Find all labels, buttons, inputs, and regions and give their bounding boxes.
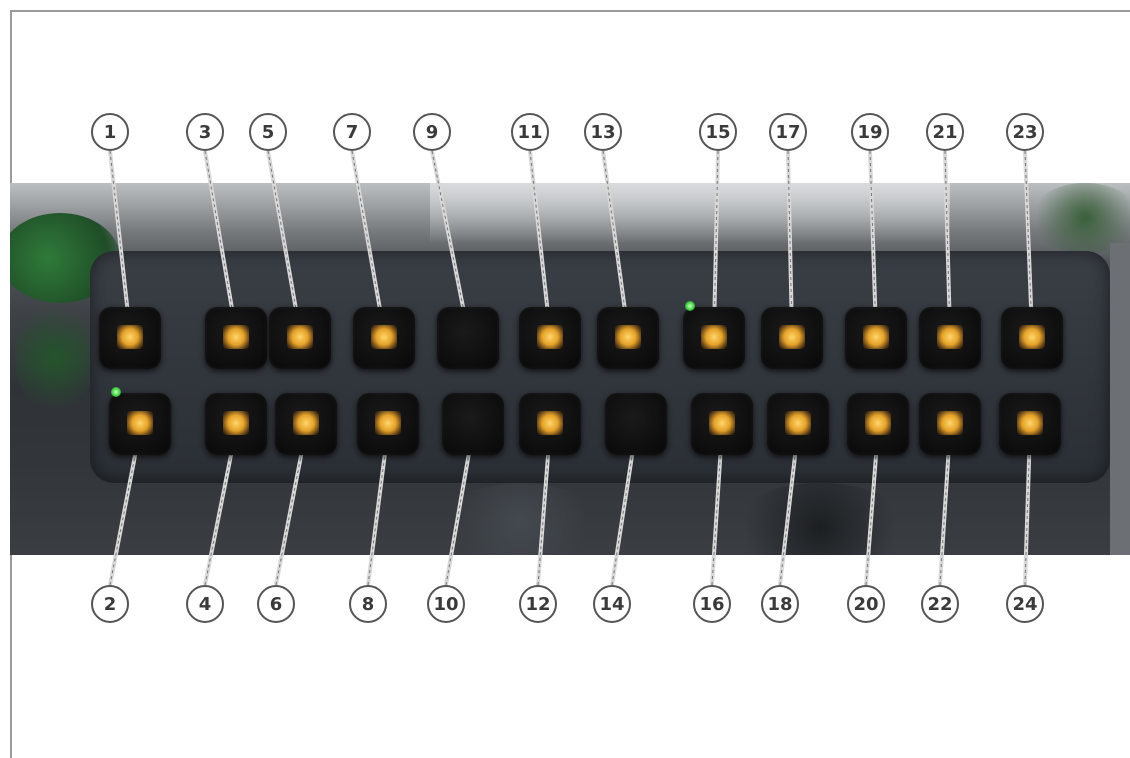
callout-number: 12	[519, 585, 557, 623]
blank-icon	[455, 325, 481, 349]
callout-number: 2	[91, 585, 129, 623]
attachment-icon	[785, 411, 811, 435]
blank-icon	[623, 411, 649, 435]
callout-number: 8	[349, 585, 387, 623]
callout-number: 18	[761, 585, 799, 623]
switch-button-bottom[interactable]	[919, 393, 981, 455]
switch-button-top[interactable]	[437, 307, 499, 369]
pump-icon	[709, 411, 735, 435]
callout-number: 14	[593, 585, 631, 623]
switch-button-bottom[interactable]	[767, 393, 829, 455]
switch-panel-photo	[10, 183, 1130, 555]
hazard-icon	[127, 411, 153, 435]
callout-number: 24	[1006, 585, 1044, 623]
switch-button-top[interactable]	[683, 301, 745, 369]
callout-number: 3	[186, 113, 224, 151]
switch-button-bottom[interactable]	[205, 393, 267, 455]
beacon-icon	[371, 325, 397, 349]
frame-border-top	[10, 10, 1130, 12]
switch-button-bottom[interactable]	[847, 393, 909, 455]
dump-icon	[1017, 411, 1043, 435]
switch-button-bottom[interactable]	[999, 393, 1061, 455]
side-light-icon	[293, 411, 319, 435]
boom-icon	[1019, 325, 1045, 349]
switch-button-bottom[interactable]	[691, 393, 753, 455]
fan-speed-icon	[117, 325, 143, 349]
switch-button-top[interactable]	[919, 307, 981, 369]
switch-button-bottom[interactable]	[605, 393, 667, 455]
callout-number: 1	[91, 113, 129, 151]
bucket-icon	[865, 411, 891, 435]
switch-button-top[interactable]	[597, 307, 659, 369]
wiper-icon	[701, 325, 727, 349]
switch-button-top[interactable]	[205, 307, 267, 369]
callout-number: 4	[186, 585, 224, 623]
status-led-icon	[111, 387, 121, 397]
switch-button-bottom[interactable]	[109, 387, 171, 455]
switch-button-top[interactable]	[269, 307, 331, 369]
callout-number: 19	[851, 113, 889, 151]
callout-number: 7	[333, 113, 371, 151]
loader-icon	[779, 325, 805, 349]
switch-button-top[interactable]	[519, 307, 581, 369]
switch-button-top[interactable]	[353, 307, 415, 369]
switch-button-bottom[interactable]	[442, 393, 504, 455]
callout-number: 22	[921, 585, 959, 623]
panel-edge	[1110, 243, 1130, 555]
callout-number: 23	[1006, 113, 1044, 151]
callout-number: 15	[699, 113, 737, 151]
callout-number: 11	[511, 113, 549, 151]
callout-number: 21	[926, 113, 964, 151]
switch-button-top[interactable]	[761, 307, 823, 369]
hitch-icon	[937, 411, 963, 435]
callout-number: 13	[584, 113, 622, 151]
switch-button-top[interactable]	[845, 307, 907, 369]
lock-icon	[615, 325, 641, 349]
implement-icon	[863, 325, 889, 349]
work-light-icon	[287, 325, 313, 349]
callout-number: 20	[847, 585, 885, 623]
callout-number: 6	[257, 585, 295, 623]
switch-button-top[interactable]	[99, 307, 161, 369]
background-shadow	[730, 483, 910, 555]
switch-button-bottom[interactable]	[357, 393, 419, 455]
tipper-icon	[937, 325, 963, 349]
callout-number: 10	[427, 585, 465, 623]
callout-number: 17	[769, 113, 807, 151]
blank-icon	[460, 411, 486, 435]
background-object	[440, 483, 600, 555]
switch-button-top[interactable]	[1001, 307, 1063, 369]
trailer-icon	[537, 325, 563, 349]
foliage-left-lower	[15, 303, 95, 413]
switch-button-bottom[interactable]	[275, 393, 337, 455]
photo-highlight	[430, 183, 950, 243]
horn-icon	[375, 411, 401, 435]
front-defrost-icon	[223, 411, 249, 435]
rear-defrost-icon	[223, 325, 249, 349]
status-led-icon	[685, 301, 695, 311]
switch-button-bottom[interactable]	[519, 393, 581, 455]
callout-number: 9	[413, 113, 451, 151]
callout-number: 5	[249, 113, 287, 151]
gauge-icon	[537, 411, 563, 435]
callout-number: 16	[693, 585, 731, 623]
